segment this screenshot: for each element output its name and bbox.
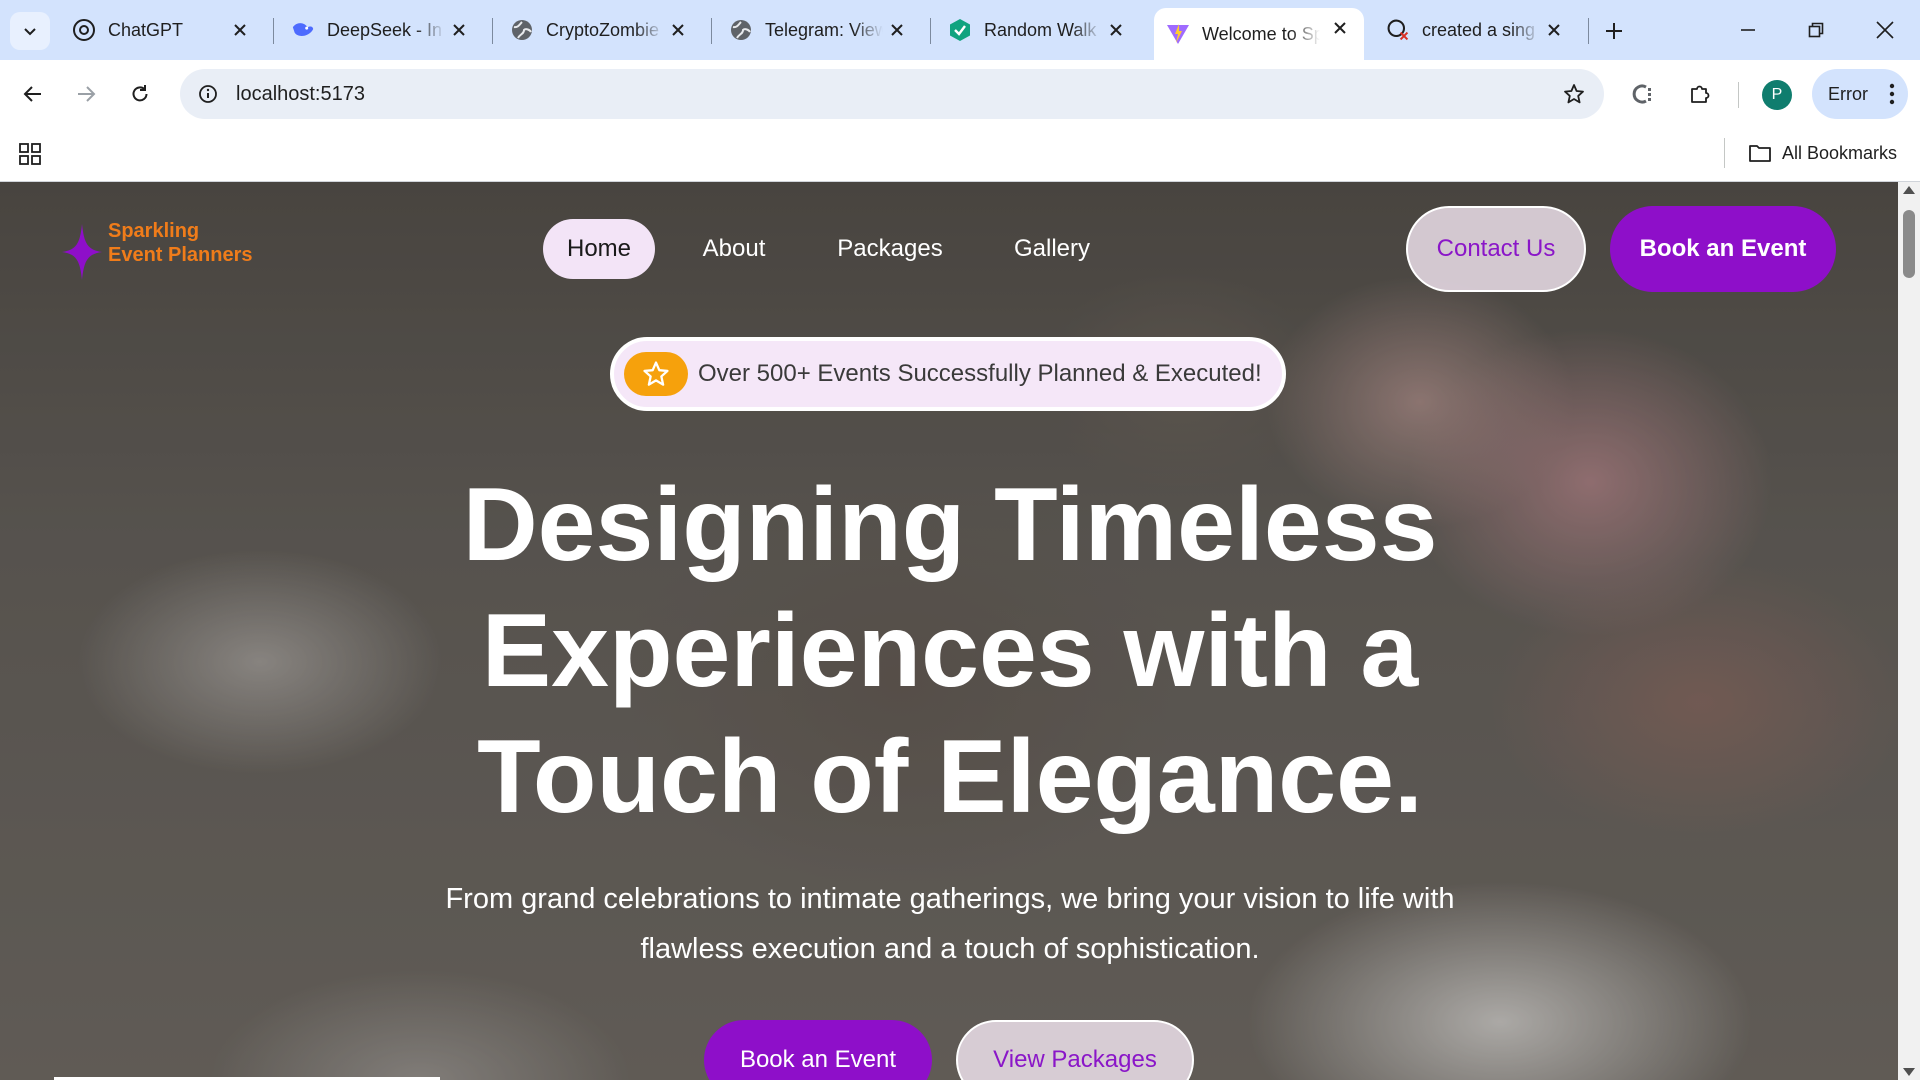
tab-title: ChatGPT [108, 19, 184, 40]
more-vertical-icon [1889, 83, 1895, 105]
tab-title: CryptoZombie [546, 19, 660, 40]
toolbar-separator [1738, 82, 1739, 108]
github-error-icon [1386, 18, 1410, 42]
tab-title: Telegram: View [765, 19, 883, 40]
hero-subheading: From grand celebrations to intimate gath… [380, 874, 1520, 974]
reload-button[interactable] [120, 74, 160, 114]
tab-title: DeepSeek - In [327, 19, 443, 40]
vite-icon [1166, 22, 1190, 46]
nav-home[interactable]: Home [543, 219, 655, 279]
arrow-right-icon [78, 86, 96, 102]
tab-title: Random Walk [984, 19, 1097, 40]
hero-section: Sparkling Event Planners Home About Pack… [0, 182, 1898, 1080]
random-walk-icon [948, 18, 972, 42]
tab-search-button[interactable] [10, 12, 50, 50]
headline-line1: Designing Timeless [462, 467, 1438, 583]
globe-icon [729, 18, 753, 42]
chatgpt-icon [72, 18, 96, 42]
tab-separator [492, 18, 493, 44]
tab-title: created a sing [1422, 19, 1536, 40]
address-bar[interactable]: localhost:5173 [180, 69, 1604, 119]
star-icon [624, 352, 688, 396]
extensions-puzzle-icon[interactable] [1680, 74, 1720, 114]
tab-deepseek[interactable]: DeepSeek - In [279, 10, 483, 50]
cta-book-event-button[interactable]: Book an Event [704, 1020, 932, 1080]
tab-created-a-single[interactable]: created a sing [1374, 10, 1578, 50]
avatar[interactable]: P [1762, 80, 1792, 110]
minimize-button[interactable] [1722, 10, 1774, 50]
bookmark-star-icon[interactable] [1558, 78, 1590, 110]
subheading-line1: From grand celebrations to intimate gath… [445, 883, 1455, 915]
logo-text-line1: Sparkling [108, 220, 200, 242]
subheading-line2: flawless execution and a touch of sophis… [640, 933, 1260, 965]
page-scrollbar[interactable] [1898, 182, 1920, 1080]
error-label: Error [1828, 83, 1868, 104]
deepseek-icon [291, 18, 315, 42]
arrow-left-icon [23, 86, 41, 102]
close-icon[interactable] [228, 18, 252, 42]
bookmarks-separator [1724, 138, 1725, 168]
scroll-thumb[interactable] [1903, 210, 1915, 278]
tab-random-walk[interactable]: Random Walk [936, 10, 1140, 50]
tab-welcome-sparkling[interactable]: Welcome to Sp [1154, 8, 1364, 60]
close-icon [1876, 21, 1894, 39]
minimize-icon [1741, 29, 1755, 31]
all-bookmarks-button[interactable]: All Bookmarks [1748, 138, 1897, 168]
close-icon[interactable] [885, 18, 909, 42]
reload-icon [132, 85, 148, 102]
url-text[interactable]: localhost:5173 [236, 83, 365, 106]
apps-grid-icon[interactable] [16, 140, 44, 168]
folder-icon [1749, 145, 1771, 162]
scroll-up-arrow-icon[interactable] [1903, 186, 1915, 194]
close-icon[interactable] [1328, 16, 1352, 40]
tab-title: Welcome to Sp [1202, 23, 1320, 44]
extension-c-icon[interactable] [1624, 74, 1664, 114]
close-icon[interactable] [666, 18, 690, 42]
tab-separator [711, 18, 712, 44]
sparkle-logo-icon [62, 224, 102, 280]
close-icon[interactable] [1104, 18, 1128, 42]
back-button[interactable] [13, 74, 53, 114]
chevron-down-icon [24, 28, 36, 36]
tab-telegram[interactable]: Telegram: View [717, 10, 921, 50]
scroll-down-arrow-icon[interactable] [1903, 1068, 1915, 1076]
restore-icon [1808, 22, 1824, 38]
events-badge: Over 500+ Events Successfully Planned & … [610, 337, 1286, 411]
headline-line2: Experiences with a [481, 593, 1419, 709]
tab-separator [930, 18, 931, 44]
site-logo[interactable]: Sparkling Event Planners [62, 220, 262, 280]
bookmarks-bar: All Bookmarks [0, 128, 1920, 182]
info-icon[interactable] [192, 78, 224, 110]
logo-text-line2: Event Planners [108, 244, 253, 266]
contact-us-button[interactable]: Contact Us [1406, 206, 1586, 292]
cta-view-packages-button[interactable]: View Packages [956, 1020, 1194, 1080]
close-icon[interactable] [447, 18, 471, 42]
tab-chatgpt[interactable]: ChatGPT [60, 10, 264, 50]
tab-separator [1588, 18, 1589, 44]
browser-toolbar: localhost:5173 P Error [0, 60, 1920, 128]
forward-button[interactable] [66, 74, 106, 114]
all-bookmarks-label: All Bookmarks [1782, 142, 1898, 163]
plus-icon [1606, 23, 1622, 39]
page-viewport: Sparkling Event Planners Home About Pack… [0, 182, 1898, 1080]
tab-separator [273, 18, 274, 44]
globe-icon [510, 18, 534, 42]
restore-button[interactable] [1790, 10, 1842, 50]
new-tab-button[interactable] [1597, 14, 1631, 48]
tab-strip: ChatGPT DeepSeek - In CryptoZombie Teleg… [0, 0, 1920, 60]
close-window-button[interactable] [1859, 10, 1911, 50]
profile-error-button[interactable]: Error [1812, 69, 1908, 119]
tab-cryptozombies[interactable]: CryptoZombie [498, 10, 702, 50]
close-icon[interactable] [1542, 18, 1566, 42]
hero-headline: Designing Timeless Experiences with a To… [360, 462, 1540, 840]
book-event-button[interactable]: Book an Event [1610, 206, 1836, 292]
badge-text: Over 500+ Events Successfully Planned & … [698, 360, 1262, 387]
nav-about[interactable]: About [684, 219, 784, 279]
nav-gallery[interactable]: Gallery [1002, 219, 1102, 279]
nav-packages[interactable]: Packages [826, 219, 954, 279]
headline-line3: Touch of Elegance. [477, 719, 1423, 835]
